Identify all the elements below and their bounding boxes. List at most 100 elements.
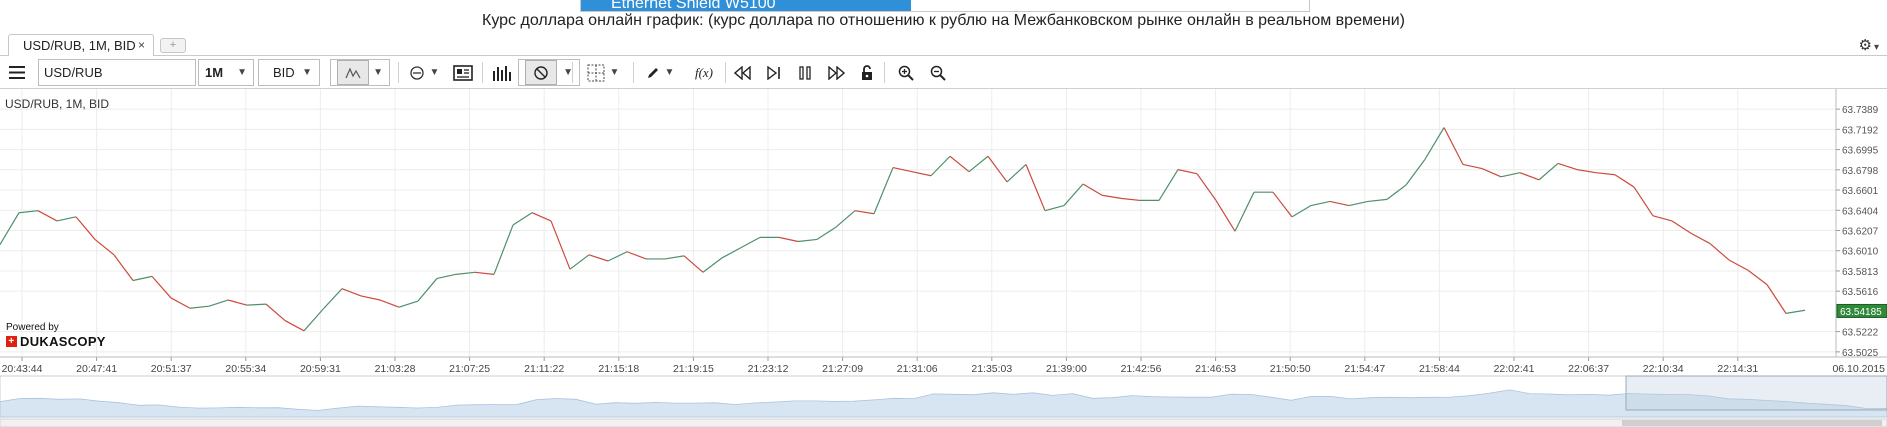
- x-tick-label: 21:35:03: [971, 363, 1012, 375]
- grid-icon[interactable]: ▼: [580, 59, 626, 86]
- rewind-icon[interactable]: [730, 59, 756, 86]
- lock-icon[interactable]: [855, 59, 879, 86]
- tab-usdrub[interactable]: USD/RUB, 1M, BID ×: [8, 34, 154, 57]
- ad-banner-text: Ethernet Shield W5100: [581, 0, 911, 11]
- price-segment: [569, 254, 590, 270]
- add-tab-button[interactable]: +: [160, 38, 186, 53]
- symbol-input[interactable]: [38, 59, 196, 86]
- price-segment: [873, 167, 894, 214]
- x-tick-label: 21:54:47: [1344, 363, 1385, 375]
- price-segment: [1120, 197, 1141, 202]
- price-segment: [1291, 205, 1312, 218]
- price-segment: [436, 273, 457, 280]
- price-segment: [1196, 173, 1217, 201]
- price-segment: [512, 212, 533, 226]
- pause-icon[interactable]: [792, 59, 818, 86]
- navigator-window: [1625, 375, 1887, 411]
- cursor-select[interactable]: ▼: [518, 59, 580, 86]
- price-segment: [835, 210, 856, 228]
- x-tick-label: 21:11:22: [524, 363, 564, 375]
- chart-area[interactable]: 63.7389 63.7192 63.6995 63.6798 63.6601 63.64…: [0, 89, 1887, 427]
- toolbar: 1M ▼ BID ▼ ▼ ▼ ▼ ▼ ▼ f(x): [0, 56, 1887, 89]
- chevron-down-icon: ▼: [237, 67, 247, 78]
- price-segment: [1405, 158, 1426, 186]
- x-tick-label: 21:39:00: [1046, 363, 1087, 375]
- chart-type-select[interactable]: ▼: [330, 59, 390, 86]
- volume-icon[interactable]: [488, 59, 516, 86]
- horizontal-scrollbar: [0, 418, 1887, 427]
- chart-instrument-label: USD/RUB, 1M, BID: [5, 97, 110, 111]
- dukascopy-logo[interactable]: + DUKASCOPY: [6, 334, 106, 349]
- price-segment: [1557, 162, 1578, 171]
- zoom-out-icon[interactable]: [925, 59, 951, 86]
- price-segment: [1462, 163, 1483, 170]
- price-segment: [1652, 215, 1673, 222]
- price-segment: [702, 257, 723, 273]
- chevron-down-icon: ▼: [302, 67, 312, 78]
- price-segment: [0, 212, 20, 245]
- page-title: Курс доллара онлайн график: (курс доллар…: [482, 12, 1405, 29]
- price-segment: [1747, 269, 1768, 286]
- price-segment: [664, 255, 685, 260]
- chevron-down-icon: ▼: [664, 67, 675, 78]
- price-segment: [1006, 164, 1027, 183]
- price-segment: [1272, 191, 1293, 218]
- price-segment: [588, 254, 609, 262]
- y-tick-label: 63.7192: [1842, 125, 1879, 136]
- price-segment: [911, 171, 932, 177]
- price-segment: [189, 305, 210, 309]
- price-segment: [626, 251, 647, 260]
- close-icon[interactable]: ×: [138, 38, 145, 52]
- menu-icon[interactable]: [4, 59, 30, 86]
- x-tick-label: 22:14:31: [1717, 363, 1758, 375]
- x-end-date-label: 06.10.2015: [1832, 363, 1885, 375]
- price-segment: [1614, 174, 1635, 188]
- price-segment: [56, 216, 77, 222]
- x-tick-label: 21:07:25: [449, 363, 490, 375]
- chevron-down-icon: ▼: [609, 67, 620, 78]
- price-segment: [151, 275, 172, 299]
- line-chart-icon: [337, 60, 369, 85]
- price-segment: [208, 299, 229, 307]
- price-segment: [1215, 200, 1236, 232]
- price-segment: [1595, 172, 1616, 176]
- price-segment: [1025, 164, 1046, 211]
- price-segment: [1234, 191, 1255, 232]
- news-icon[interactable]: [450, 59, 476, 86]
- function-icon[interactable]: f(x): [690, 59, 718, 86]
- period-select[interactable]: 1M ▼: [198, 59, 254, 86]
- step-icon[interactable]: [761, 59, 787, 86]
- price-segment: [1671, 220, 1692, 234]
- price-segment: [284, 320, 305, 332]
- price-segment: [417, 278, 438, 302]
- price-segment: [1519, 172, 1540, 181]
- powered-by-label: Powered by: [6, 322, 59, 333]
- price-segment: [740, 236, 761, 249]
- pen-icon[interactable]: ▼: [643, 59, 677, 86]
- fast-forward-icon[interactable]: [823, 59, 849, 86]
- x-tick-label: 21:42:56: [1121, 363, 1162, 375]
- price-segment: [94, 238, 115, 256]
- ohlc-icon[interactable]: ▼: [404, 59, 444, 86]
- x-tick-label: 21:58:44: [1419, 363, 1460, 375]
- price-segment: [1766, 284, 1787, 314]
- price-segment: [398, 300, 419, 308]
- price-chart[interactable]: 63.7389 63.7192 63.6995 63.6798 63.6601 63.64…: [0, 89, 1887, 427]
- ad-banner[interactable]: Ethernet Shield W5100: [580, 0, 1310, 12]
- x-tick-label: 20:43:44: [2, 363, 43, 375]
- price-segment: [246, 303, 267, 306]
- tab-bar: USD/RUB, 1M, BID × + ⚙ ▾: [0, 34, 1887, 57]
- x-tick-label: 20:55:34: [225, 363, 266, 375]
- price-segment: [930, 155, 951, 177]
- gear-icon[interactable]: ⚙ ▾: [1859, 36, 1879, 54]
- price-side-value: BID: [273, 65, 295, 80]
- x-tick-label: 22:06:37: [1568, 363, 1609, 375]
- price-segment: [1443, 127, 1464, 165]
- y-tick-label: 63.6404: [1842, 206, 1879, 217]
- price-side-select[interactable]: BID ▼: [258, 59, 320, 86]
- price-segment: [987, 155, 1008, 183]
- price-segment: [797, 238, 818, 243]
- price-segment: [455, 271, 476, 275]
- zoom-in-icon[interactable]: [893, 59, 919, 86]
- current-price-label: 63.54185: [1840, 307, 1882, 318]
